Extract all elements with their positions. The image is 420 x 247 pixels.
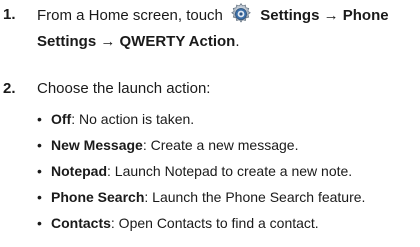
option-name: Phone Search: [51, 189, 145, 205]
step-1-end: .: [235, 33, 240, 50]
settings-gear-icon: [231, 2, 251, 23]
list-item: • Off: No action is taken.: [37, 106, 420, 132]
list-item: • Phone Search: Launch the Phone Search …: [37, 184, 420, 210]
bullet-icon: •: [37, 111, 42, 127]
launch-action-options: • Off: No action is taken. • New Message…: [37, 106, 420, 236]
list-item: • Contacts: Open Contacts to find a cont…: [37, 210, 420, 236]
bullet-icon: •: [37, 189, 42, 205]
option-name: Notepad: [51, 163, 107, 179]
step-number: 2.: [3, 80, 16, 97]
option-desc: : No action is taken.: [71, 111, 195, 127]
step-1-text: From a Home screen, touch Settings → Pho…: [37, 2, 420, 55]
option-name: New Message: [51, 137, 143, 153]
option-name: Contacts: [51, 215, 111, 231]
step-2-text: Choose the launch action:: [37, 80, 211, 97]
list-item: • New Message: Create a new message.: [37, 132, 420, 158]
list-item: • Notepad: Launch Notepad to create a ne…: [37, 158, 420, 184]
instruction-document: 1. From a Home screen, touch Settings → …: [0, 0, 420, 247]
step-1-intro: From a Home screen, touch: [37, 7, 223, 24]
bullet-icon: •: [37, 137, 42, 153]
option-desc: : Open Contacts to find a contact.: [110, 215, 319, 231]
bullet-icon: •: [37, 215, 42, 231]
option-name: Off: [51, 111, 72, 127]
bullet-icon: •: [37, 163, 42, 179]
option-desc: : Create a new message.: [142, 137, 299, 153]
option-desc: : Launch the Phone Search feature.: [144, 189, 366, 205]
option-desc: : Launch Notepad to create a new note.: [107, 163, 353, 179]
step-number: 1.: [3, 6, 16, 23]
